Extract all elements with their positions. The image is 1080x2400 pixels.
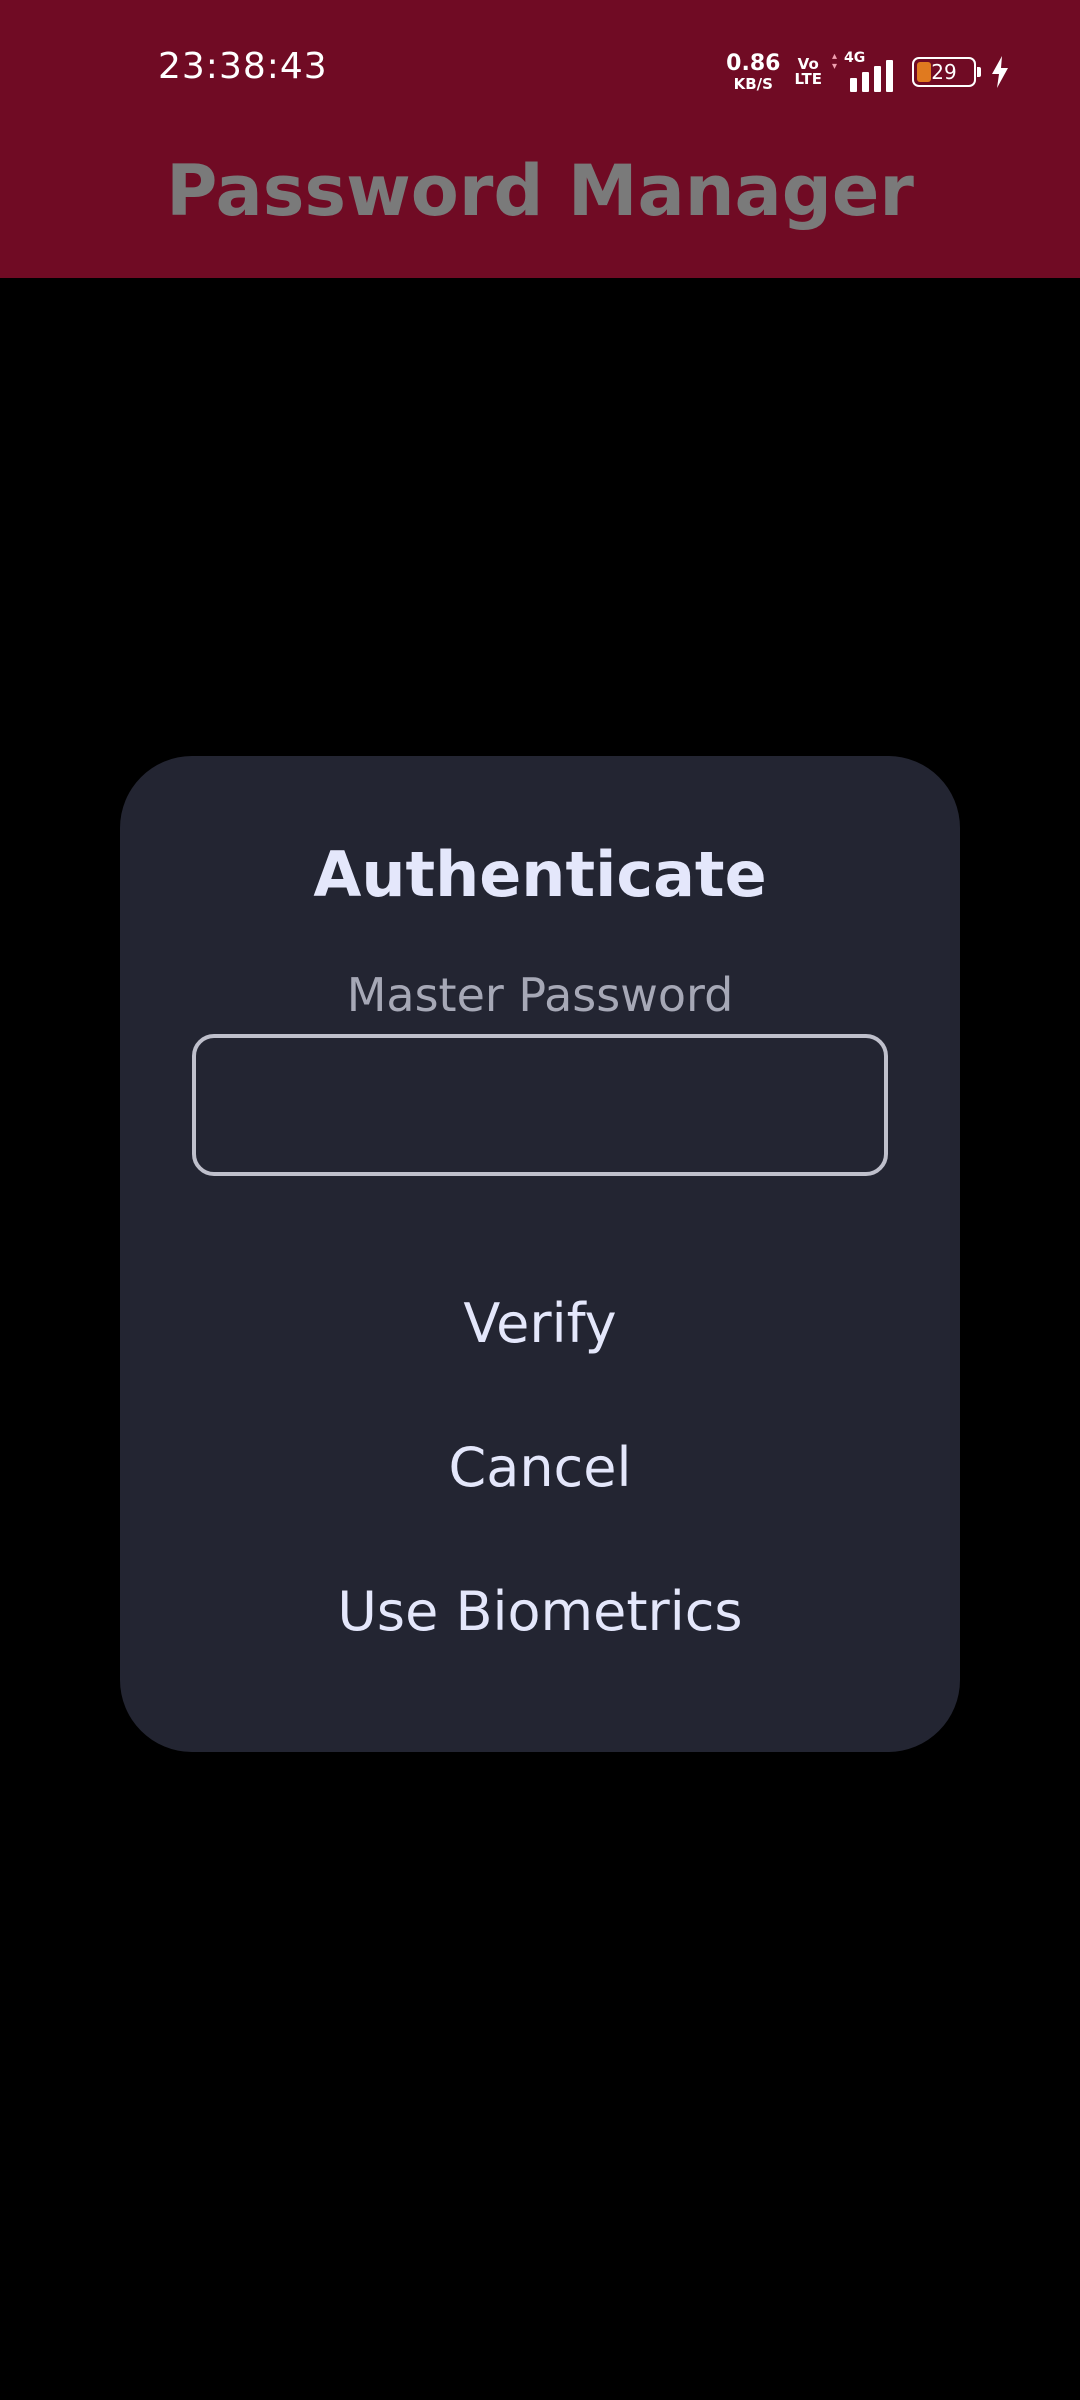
- verify-button[interactable]: Verify: [290, 1268, 790, 1378]
- battery-level: 29: [931, 60, 957, 84]
- app-bar: 23:38:43 0.86 KB/S Vo LTE ▴ ▾ 4G 29 Pass…: [0, 0, 1080, 278]
- status-icons: 0.86 KB/S Vo LTE ▴ ▾ 4G 29: [726, 50, 1010, 94]
- master-password-label: Master Password: [346, 968, 734, 1022]
- authenticate-dialog: Authenticate Master Password Verify Canc…: [120, 756, 960, 1752]
- app-title: Password Manager: [166, 150, 914, 232]
- master-password-input[interactable]: [192, 1034, 888, 1176]
- data-activity-icon: ▴ ▾: [832, 51, 838, 72]
- volte-bottom: LTE: [794, 70, 822, 88]
- network-speed-value: 0.86: [726, 50, 781, 76]
- signal-bar: [850, 78, 857, 92]
- bolt-icon: [992, 56, 1008, 88]
- signal-bar: [874, 66, 881, 92]
- cancel-button[interactable]: Cancel: [290, 1412, 790, 1522]
- battery-cap: [977, 67, 981, 77]
- signal-icon: ▴ ▾ 4G: [832, 50, 898, 92]
- status-bar: 23:38:43 0.86 KB/S Vo LTE ▴ ▾ 4G 29: [0, 0, 1080, 140]
- status-time: 23:38:43: [158, 46, 328, 87]
- network-speed: 0.86 KB/S: [726, 50, 781, 93]
- network-type: 4G: [844, 50, 866, 66]
- signal-bar: [862, 72, 869, 92]
- signal-bar: [886, 60, 893, 92]
- dialog-title: Authenticate: [313, 838, 767, 911]
- battery-icon: 29: [912, 57, 981, 87]
- network-speed-unit: KB/S: [733, 74, 773, 93]
- volte-icon: Vo LTE: [794, 57, 822, 87]
- use-biometrics-button[interactable]: Use Biometrics: [240, 1556, 840, 1666]
